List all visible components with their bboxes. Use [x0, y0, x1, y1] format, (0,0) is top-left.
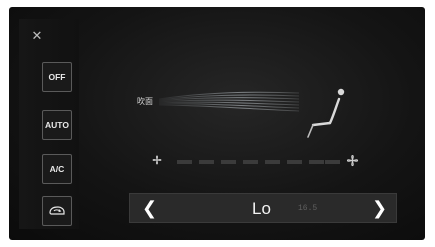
temperature-next-value: 16.5: [298, 204, 318, 213]
fan-speed-segment[interactable]: [265, 160, 280, 164]
climate-control-screen: ✕ OFF AUTO A/C 吹面 ❮ Lo 16.5 ❯: [9, 7, 425, 240]
fan-speed-segment[interactable]: [177, 160, 192, 164]
temperature-selector: ❮ Lo 16.5 ❯: [129, 193, 397, 223]
airflow-mode-label: 吹面: [137, 97, 153, 106]
fan-large-icon: [346, 154, 359, 167]
fan-speed-segment[interactable]: [221, 160, 236, 164]
recirculation-button[interactable]: [42, 196, 72, 226]
fan-speed-segment[interactable]: [243, 160, 258, 164]
fan-speed-segment[interactable]: [199, 160, 214, 164]
temperature-increase-button[interactable]: ❯: [372, 198, 387, 218]
fan-speed-segment[interactable]: [325, 160, 340, 164]
auto-button[interactable]: AUTO: [42, 110, 72, 140]
seat-icon: [307, 88, 345, 138]
temperature-decrease-button[interactable]: ❮: [142, 198, 157, 218]
fan-small-icon: [152, 155, 162, 165]
ac-button[interactable]: A/C: [42, 154, 72, 184]
fan-speed-segment[interactable]: [309, 160, 324, 164]
fan-speed-segment[interactable]: [287, 160, 302, 164]
airflow-lines-icon: [159, 91, 300, 112]
recirculation-icon: [49, 206, 65, 215]
off-button[interactable]: OFF: [42, 62, 72, 92]
close-icon[interactable]: ✕: [29, 28, 45, 44]
temperature-value: Lo: [252, 199, 271, 218]
